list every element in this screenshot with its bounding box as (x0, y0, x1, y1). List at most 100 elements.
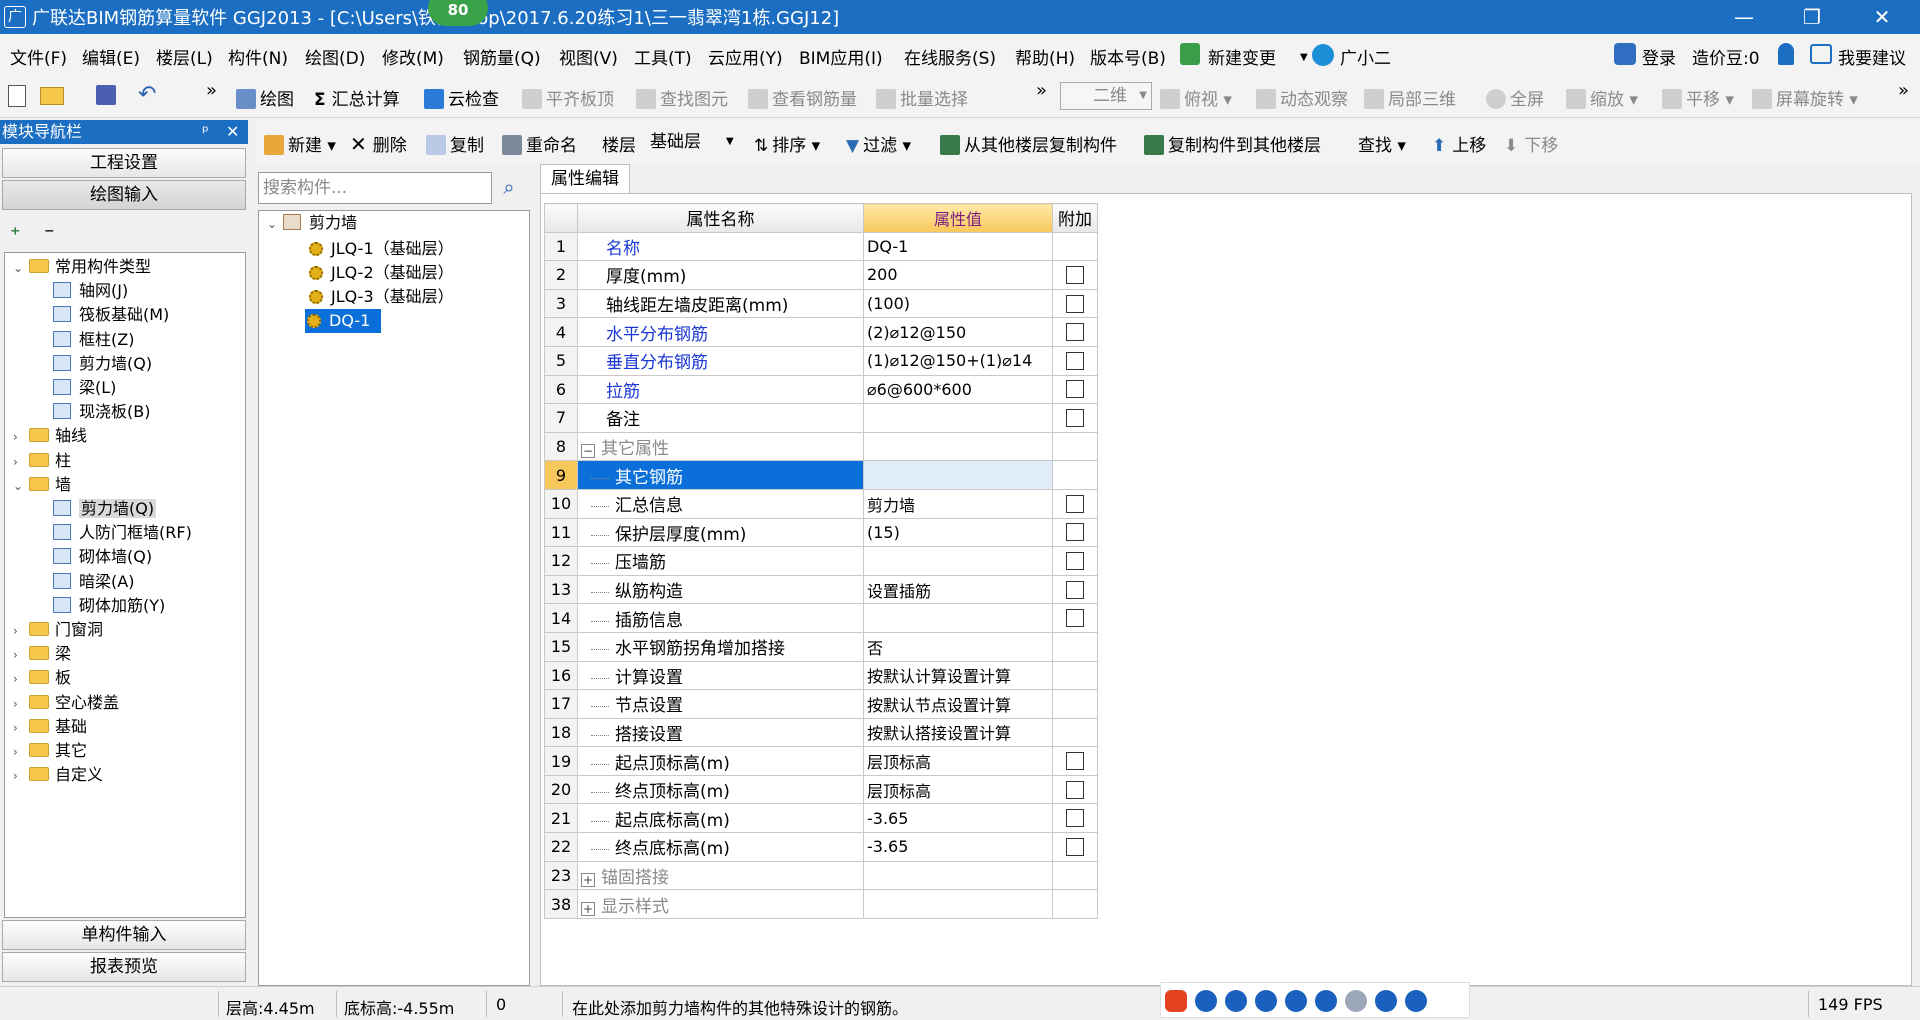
undo-icon[interactable]: ↶ (138, 82, 156, 107)
menu-modify[interactable]: 修改(M) (382, 44, 444, 69)
batch-select-button[interactable]: 批量选择 (876, 85, 968, 110)
close-icon[interactable]: ✕ (226, 120, 239, 144)
property-row[interactable]: 21 起点底标高(m) -3.65 (544, 803, 1098, 834)
menu-floor[interactable]: 楼层(L) (156, 44, 213, 69)
row-number[interactable]: 11 (544, 517, 578, 548)
copy-to-floor-button[interactable]: 复制构件到其他楼层 (1144, 131, 1321, 156)
menu-component[interactable]: 构件(N) (228, 44, 288, 69)
property-value-cell[interactable]: -3.65 (863, 832, 1053, 862)
microphone-icon[interactable] (1285, 990, 1307, 1012)
tree-folder[interactable]: ⌄ 墙 (13, 473, 71, 497)
tree-folder[interactable]: › 柱 (13, 449, 71, 473)
tree-item[interactable]: 梁(L) (53, 376, 116, 400)
overflow-icon[interactable]: » (206, 80, 217, 101)
row-number[interactable]: 10 (544, 488, 578, 519)
property-value-cell[interactable]: -3.65 (863, 803, 1053, 834)
property-value-cell[interactable] (863, 431, 1053, 462)
property-value-cell[interactable] (863, 860, 1053, 891)
view-rebar-button[interactable]: 查看钢筋量 (748, 85, 857, 110)
property-value-cell[interactable]: (100) (863, 288, 1053, 319)
row-number[interactable]: 12 (544, 546, 578, 576)
row-number[interactable]: 16 (544, 660, 578, 691)
local-3d-button[interactable]: 局部三维 (1364, 85, 1456, 110)
property-row[interactable]: 12 压墙筋 (544, 546, 1098, 576)
punctuation-icon[interactable] (1225, 990, 1247, 1012)
property-value-cell[interactable]: 层顶标高 (863, 774, 1053, 805)
menu-view[interactable]: 视图(V) (559, 44, 618, 69)
tree-item[interactable]: 框柱(Z) (53, 328, 134, 352)
property-row[interactable]: 15 水平钢筋拐角增加搭接 否 (544, 631, 1098, 662)
menu-cloud[interactable]: 云应用(Y) (708, 44, 783, 69)
property-row[interactable]: 8− 其它属性 (544, 431, 1098, 462)
property-row[interactable]: 9 其它钢筋 (544, 460, 1098, 490)
property-row[interactable]: 19 起点顶标高(m) 层顶标高 (544, 746, 1098, 776)
property-row[interactable]: 10 汇总信息 剪力墙 (544, 488, 1098, 519)
property-row[interactable]: 3 轴线距左墙皮距离(mm) (100) (544, 288, 1098, 319)
chevron-down-icon[interactable]: ⌄ (267, 212, 279, 236)
menu-file[interactable]: 文件(F) (10, 44, 67, 69)
chevron-right-icon[interactable]: › (13, 425, 25, 449)
menu-assistant[interactable]: 广小二 (1340, 44, 1391, 69)
sort-button[interactable]: ⇅ 排序 ▾ (754, 131, 820, 156)
tree-item[interactable]: 剪力墙(Q) (53, 352, 152, 376)
chevron-down-icon[interactable]: ▼ (1300, 52, 1308, 63)
chevron-right-icon[interactable]: › (13, 619, 25, 643)
search-icon[interactable]: ⌕ (494, 172, 524, 204)
tools-icon[interactable] (1405, 990, 1427, 1012)
open-folder-icon[interactable] (40, 87, 64, 105)
property-name-cell[interactable]: 纵筋构造 (577, 574, 864, 605)
property-row[interactable]: 16 计算设置 按默认计算设置计算 (544, 660, 1098, 691)
extra-checkbox[interactable] (1066, 408, 1084, 427)
tree-folder[interactable]: › 自定义 (13, 763, 103, 787)
row-number[interactable]: 3 (544, 288, 578, 319)
dynamic-view-button[interactable]: 动态观察 (1256, 85, 1348, 110)
property-row[interactable]: 18 搭接设置 按默认搭接设置计算 (544, 717, 1098, 748)
overflow-icon[interactable]: » (1898, 80, 1909, 101)
property-row[interactable]: 17 节点设置 按默认节点设置计算 (544, 689, 1098, 719)
chevron-down-icon[interactable]: ⌄ (13, 474, 25, 498)
overflow-icon[interactable]: » (1036, 80, 1047, 101)
property-row[interactable]: 14 插筋信息 (544, 603, 1098, 633)
property-name-cell[interactable]: 起点顶标高(m) (577, 746, 864, 776)
property-name-cell[interactable]: 其它钢筋 (577, 460, 864, 490)
property-value-cell[interactable]: (15) (863, 517, 1053, 548)
restore-icon[interactable]: ❐ (1782, 0, 1842, 34)
suggest-link[interactable]: 我要建议 (1838, 44, 1906, 69)
property-value-cell[interactable] (863, 546, 1053, 576)
beans-count[interactable]: 造价豆:0 (1692, 44, 1760, 69)
property-row[interactable]: 11 保护层厚度(mm) (15) (544, 517, 1098, 548)
extra-checkbox[interactable] (1066, 580, 1084, 599)
skin-icon[interactable] (1375, 990, 1397, 1012)
row-number[interactable]: 7 (544, 403, 578, 433)
pan-button[interactable]: 平移 ▾ (1662, 85, 1734, 110)
find-element-button[interactable]: 查找图元 (636, 85, 728, 110)
emoji-icon[interactable] (1255, 990, 1277, 1012)
flat-roof-button[interactable]: 平齐板顶 (522, 85, 614, 110)
chevron-right-icon[interactable]: › (13, 667, 25, 691)
extra-checkbox[interactable] (1066, 609, 1084, 628)
property-name-cell[interactable]: 厚度(mm) (577, 260, 864, 290)
menu-bim[interactable]: BIM应用(I) (799, 44, 883, 69)
property-name-cell[interactable]: 备注 (577, 403, 864, 433)
chevron-down-icon[interactable]: ⌄ (13, 256, 25, 280)
move-up-button[interactable]: ⬆ 上移 (1432, 131, 1486, 156)
extra-checkbox[interactable] (1066, 837, 1084, 856)
menu-version[interactable]: 版本号(B) (1090, 44, 1166, 69)
row-number[interactable]: 23 (544, 860, 578, 891)
property-value-cell[interactable]: (2)⌀12@150 (863, 317, 1053, 347)
row-number[interactable]: 15 (544, 631, 578, 662)
extra-checkbox[interactable] (1066, 323, 1084, 342)
row-number[interactable]: 8 (544, 431, 578, 462)
chevron-right-icon[interactable]: › (13, 450, 25, 474)
bell-icon[interactable] (1778, 43, 1794, 65)
row-number[interactable]: 9 (544, 460, 578, 490)
draw-button[interactable]: 绘图 (236, 85, 294, 110)
extra-checkbox[interactable] (1066, 523, 1084, 542)
property-name-cell[interactable]: 节点设置 (577, 689, 864, 719)
login-link[interactable]: 登录 (1642, 44, 1676, 69)
property-name-cell[interactable]: 插筋信息 (577, 603, 864, 633)
menu-draw[interactable]: 绘图(D) (305, 44, 365, 69)
row-number[interactable]: 14 (544, 603, 578, 633)
tree-folder[interactable]: › 板 (13, 666, 71, 690)
tree-item[interactable]: 砌体加筋(Y) (53, 594, 165, 618)
